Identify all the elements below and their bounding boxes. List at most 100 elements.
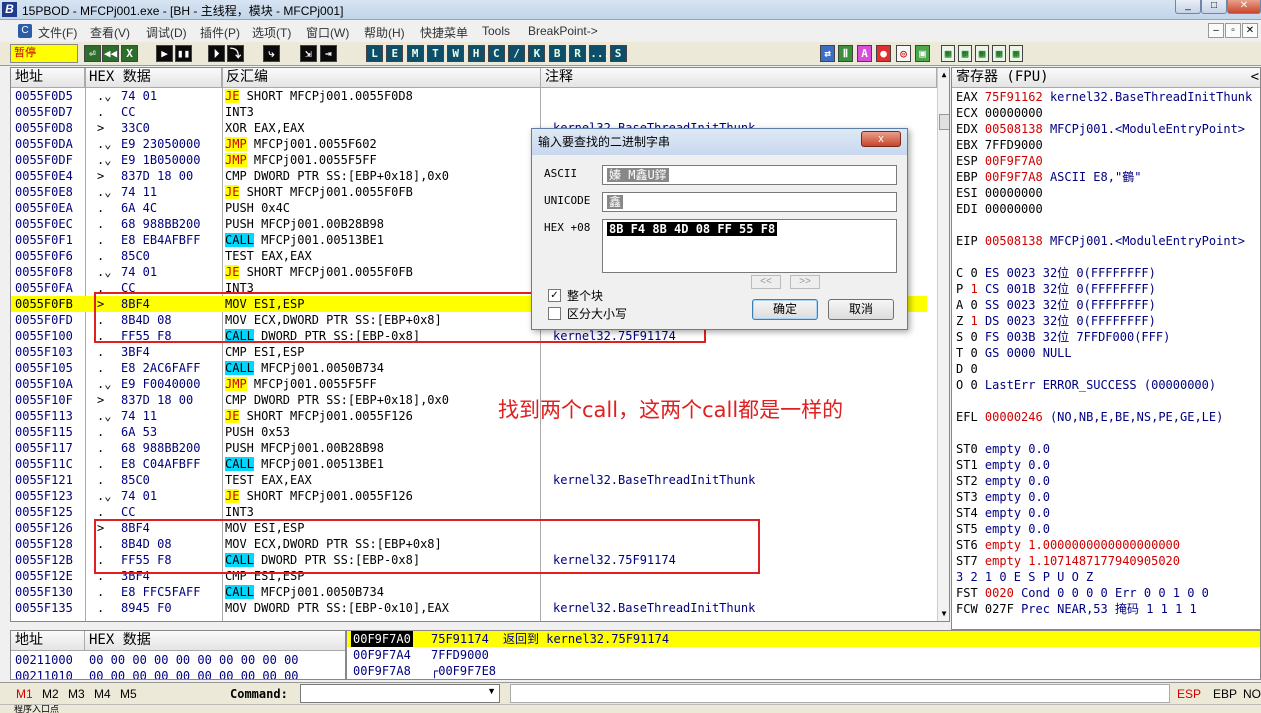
disasm-row[interactable]: 0055F0D5 .⌄ 74 01 JE SHORT MFCPj001.0055F0D… (11, 88, 927, 104)
register-row[interactable]: P 1 CS 001B 32位 0(FFFFFFFF) (956, 281, 1156, 297)
dropdown-arrow-icon[interactable]: ▼ (487, 686, 496, 696)
dump-row[interactable]: 00211000 00 00 00 00 00 00 00 00 00 00 (11, 652, 345, 668)
cancel-button[interactable]: 取消 (828, 299, 894, 320)
disasm-scrollbar[interactable]: ▲ ▼ (937, 68, 949, 621)
register-row[interactable]: FCW 027F Prec NEAR,53 掩码 1 1 1 1 (956, 601, 1197, 617)
child-minimize-button[interactable]: – (1208, 23, 1224, 38)
register-row[interactable]: Z 1 DS 0023 32位 0(FFFFFFFF) (956, 313, 1156, 329)
grid-icon-4[interactable]: ▦ (992, 45, 1006, 62)
dump-row[interactable]: 00211010 00 00 00 00 00 00 00 00 00 00 (11, 668, 345, 679)
register-row[interactable]: C 0 ES 0023 32位 0(FFFFFFFF) (956, 265, 1156, 281)
grid-icon-5[interactable]: ▦ (1009, 45, 1023, 62)
refresh-icon[interactable]: ⇄ (820, 45, 835, 62)
stack-row[interactable]: 00F9F7A4 7FFD9000 (347, 647, 1260, 663)
register-row[interactable]: ECX 00000000 (956, 105, 1043, 121)
toolbar-letter-button[interactable]: E (386, 45, 404, 62)
prev-button[interactable]: << (751, 275, 781, 289)
unicode-input[interactable]: 鑫 (602, 192, 897, 212)
register-row[interactable]: ST6 empty 1.0000000000000000000 (956, 537, 1180, 553)
toolbar-letter-button[interactable]: T (426, 45, 444, 62)
record-icon[interactable]: ● (876, 45, 891, 62)
child-close-button[interactable]: ✕ (1242, 23, 1258, 38)
register-row[interactable]: T 0 GS 0000 NULL (956, 345, 1072, 361)
toolbar-letter-button[interactable]: M (406, 45, 424, 62)
register-row[interactable]: EBP 00F9F7A8 ASCII E8,"鶴" (956, 169, 1141, 185)
scroll-up-icon[interactable]: ▲ (939, 70, 949, 80)
ok-button[interactable]: 确定 (752, 299, 818, 320)
menu-item[interactable]: 查看(V) (90, 24, 130, 41)
register-row[interactable]: EDI 00000000 (956, 201, 1043, 217)
toolbar-button[interactable]: ⇥ (320, 45, 337, 62)
disasm-row[interactable]: 0055F11C. E8 C04AFBFF CALL MFCPj001.00513B… (11, 456, 927, 472)
memory-tab[interactable]: M3 (68, 687, 85, 701)
menu-item[interactable]: 文件(F) (38, 24, 77, 41)
register-row[interactable]: EIP 00508138 MFCPj001.<ModuleEntryPoint> (956, 233, 1245, 249)
disasm-row[interactable]: 0055F123 .⌄ 74 01 JE SHORT MFCPj001.0055F12… (11, 488, 927, 504)
registers-header[interactable]: 寄存器 (FPU) < (952, 68, 1260, 88)
stack-panel[interactable]: 00F9F7A0 75F91174 返回到 kernel32.75F91174 00F… (346, 630, 1261, 680)
scroll-thumb[interactable] (939, 114, 949, 130)
toolbar-letter-button[interactable]: K (528, 45, 546, 62)
toolbar-button[interactable]: ▶ (156, 45, 173, 62)
pause-icon[interactable]: Ⅱ (838, 45, 853, 62)
maximize-button[interactable]: □ (1201, 0, 1227, 14)
menu-item[interactable]: 窗口(W) (306, 24, 349, 41)
menu-item[interactable]: 调试(D) (146, 24, 187, 41)
register-row[interactable]: ST2 empty 0.0 (956, 473, 1050, 489)
collapse-arrow-icon[interactable]: < (1251, 68, 1259, 87)
register-row[interactable]: EDX 00508138 MFCPj001.<ModuleEntryPoint> (956, 121, 1245, 137)
toolbar-button[interactable]: ◀◀ (102, 45, 119, 62)
toolbar-button[interactable]: ▮▮ (175, 45, 192, 62)
menu-item[interactable]: Tools (482, 24, 510, 38)
next-button[interactable]: >> (790, 275, 820, 289)
disasm-row[interactable]: 0055F103. 3BF4 CMP ESI,ESP (11, 344, 927, 360)
dump-header-hex[interactable]: HEX 数据 (85, 631, 345, 651)
menu-item[interactable]: 快捷菜单 (420, 24, 468, 41)
toolbar-letter-button[interactable]: H (467, 45, 485, 62)
target-icon[interactable]: ◎ (896, 45, 911, 62)
dialog-close-button[interactable]: x (861, 131, 901, 147)
toolbar-letter-button[interactable]: B (548, 45, 566, 62)
toolbar-letter-button[interactable]: R (569, 45, 586, 62)
stack-row[interactable]: 00F9F7A0 75F91174 返回到 kernel32.75F91174 (347, 631, 1260, 647)
a-icon[interactable]: A (857, 45, 872, 62)
toolbar-button[interactable]: ⤵ (227, 45, 244, 62)
disasm-row[interactable]: 0055F10A .⌄ E9 F0040000 JMP MFCPj001.0055F5… (11, 376, 927, 392)
register-row[interactable]: D 0 (956, 361, 978, 377)
disasm-row[interactable]: 0055F105. E8 2AC6FAFF CALL MFCPj001.0050B7… (11, 360, 927, 376)
grid-icon-3[interactable]: ▦ (975, 45, 989, 62)
toolbar-letter-button[interactable]: S (609, 45, 627, 62)
ascii-input[interactable]: 嫀 M鑫U鐣 (602, 165, 897, 185)
register-row[interactable]: ST7 empty 1.1071487177940905020 (956, 553, 1180, 569)
child-restore-button[interactable]: ▫ (1225, 23, 1241, 38)
register-row[interactable]: EBX 7FFD9000 (956, 137, 1043, 153)
disasm-row[interactable]: 0055F121. 85C0 TEST EAX,EAX kernel32.BaseTh… (11, 472, 927, 488)
toolbar-button[interactable]: ⏵ (208, 45, 225, 62)
register-row[interactable]: A 0 SS 0023 32位 0(FFFFFFFF) (956, 297, 1156, 313)
register-row[interactable]: EAX 75F91162 kernel32.BaseThreadInitThun… (956, 89, 1252, 105)
memory-tab[interactable]: M2 (42, 687, 59, 701)
register-shortcut[interactable]: ESP (1177, 687, 1201, 701)
toolbar-button[interactable]: X (121, 45, 138, 62)
register-row[interactable]: ESP 00F9F7A0 (956, 153, 1043, 169)
dump-panel[interactable]: 地址 HEX 数据 00211000 00 00 00 00 00 00 00 0… (10, 630, 346, 680)
register-row[interactable]: FST 0020 Cond 0 0 0 0 Err 0 0 1 0 0 (956, 585, 1209, 601)
toolbar-letter-button[interactable]: L (366, 45, 383, 62)
toolbar-letter-button[interactable]: W (447, 45, 465, 62)
disasm-row[interactable]: 0055F115. 6A 53 PUSH 0x53 (11, 424, 927, 440)
disasm-row[interactable]: 0055F0D7. CC INT3 (11, 104, 927, 120)
close-button[interactable]: ✕ (1227, 0, 1261, 14)
register-row[interactable]: O 0 LastErr ERROR_SUCCESS (00000000) (956, 377, 1216, 393)
toolbar-letter-button[interactable]: ... (589, 45, 610, 62)
menu-item[interactable]: 插件(P) (200, 24, 240, 41)
register-shortcut[interactable]: EBP (1213, 687, 1237, 701)
register-row[interactable]: ST1 empty 0.0 (956, 457, 1050, 473)
memory-tab[interactable]: M5 (120, 687, 137, 701)
hex-input[interactable]: 8B F4 8B 4D 08 FF 55 F8 (602, 219, 897, 273)
stack-row[interactable]: 00F9F7A8 ┌00F9F7E8 (347, 663, 1260, 679)
whole-block-checkbox[interactable]: ✓ (548, 289, 561, 302)
disasm-row[interactable]: 0055F117. 68 988BB200 PUSH MFCPj001.00B28B… (11, 440, 927, 456)
register-row[interactable]: ST4 empty 0.0 (956, 505, 1050, 521)
toolbar-button[interactable]: ⤷ (263, 45, 280, 62)
toolbar-letter-button[interactable]: C (487, 45, 505, 62)
